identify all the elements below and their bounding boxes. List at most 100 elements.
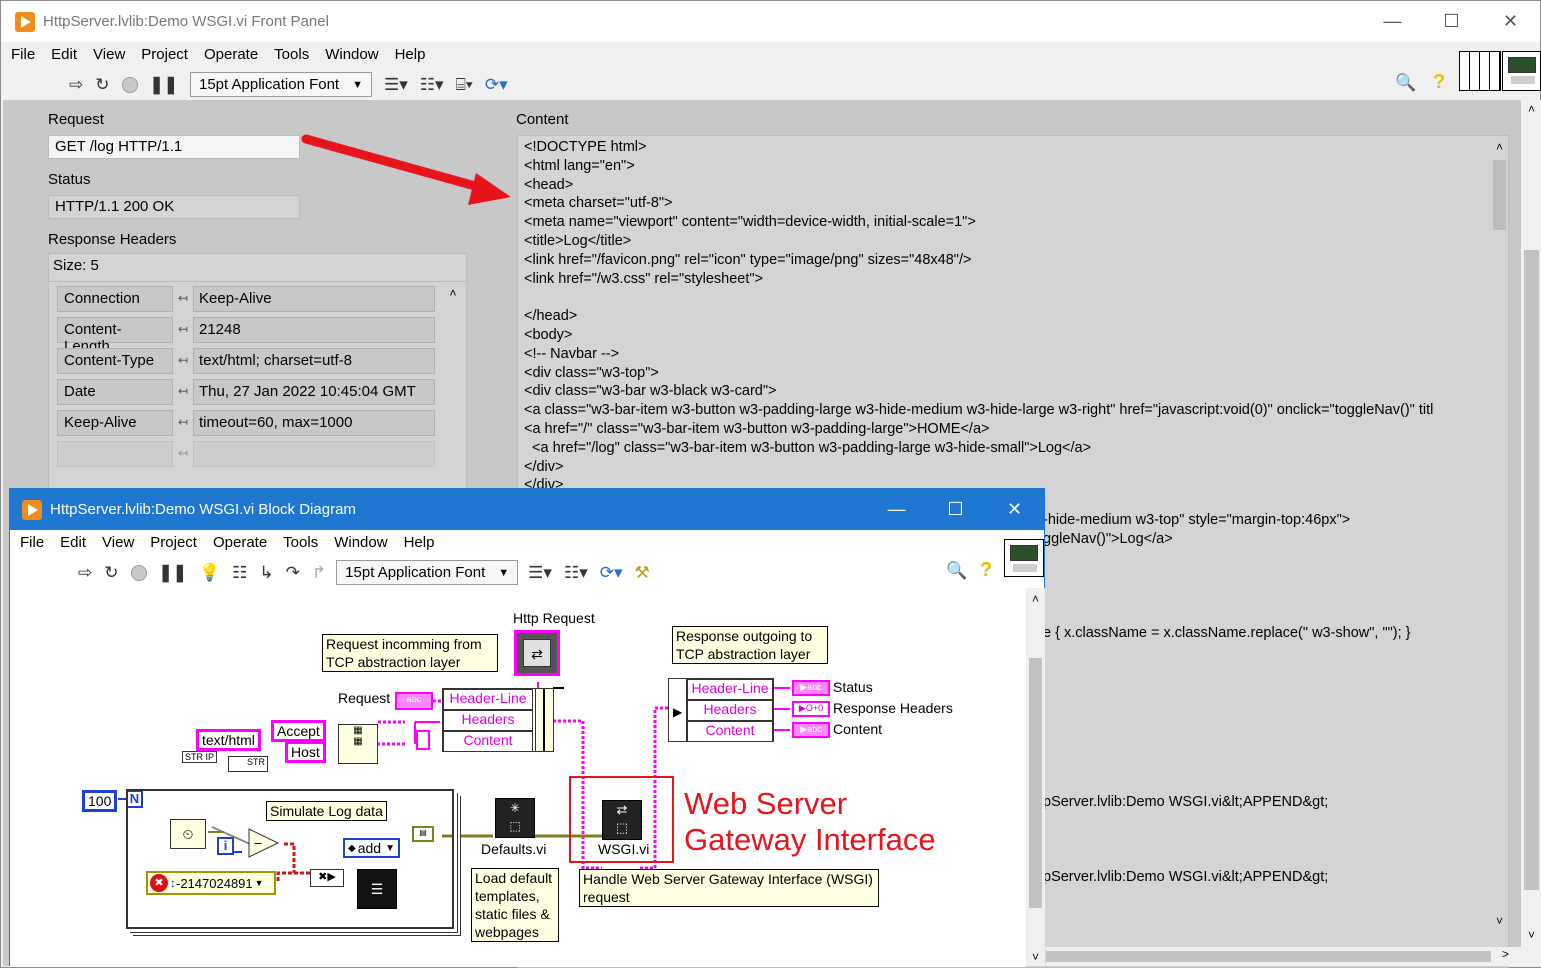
menu-file[interactable]: File (1, 46, 43, 63)
menu-window[interactable]: Window (326, 534, 395, 551)
close-button[interactable]: ✕ (1481, 1, 1540, 42)
help-icon[interactable]: ? (980, 559, 992, 582)
pause-icon[interactable]: ❚❚ (150, 75, 179, 95)
run-continuously-icon[interactable]: ↻ (104, 563, 118, 583)
close-button[interactable]: ✕ (985, 489, 1044, 530)
menu-project[interactable]: Project (133, 46, 196, 63)
minimize-button[interactable]: — (867, 489, 926, 530)
menu-operate[interactable]: Operate (196, 46, 266, 63)
menu-file[interactable]: File (10, 534, 52, 551)
menu-edit[interactable]: Edit (43, 46, 85, 63)
font-select[interactable]: 15pt Application Font ▼ (336, 560, 519, 585)
http-request-terminal[interactable]: ⇄ (514, 630, 560, 676)
scroll-thumb[interactable] (1524, 250, 1539, 890)
menu-help[interactable]: Help (396, 534, 443, 551)
minimize-button[interactable]: — (1363, 1, 1422, 42)
content-line: <a href="/log" class="w3-bar-item w3-but… (524, 439, 1092, 456)
step-into-icon[interactable]: ↳ (259, 563, 273, 583)
reorder-icon[interactable]: ⟳▾ (600, 563, 623, 583)
request-control[interactable]: GET /log HTTP/1.1 (48, 135, 300, 159)
scroll-thumb[interactable] (1029, 658, 1042, 908)
menu-edit[interactable]: Edit (52, 534, 94, 551)
bundle-by-name-node[interactable]: ▶ Header-Line Headers Content (668, 678, 774, 742)
retain-wire-values-icon[interactable]: ☷ (232, 563, 247, 583)
content-line: <link href="/w3.css" rel="stylesheet"> (524, 270, 764, 287)
align-objects-icon[interactable]: ☰▾ (384, 75, 408, 95)
front-panel-toolbar: ⇨ ↻ ❚❚ 15pt Application Font ▼ ☰▾ ☷▾ ⌸▾ ⟳… (63, 68, 514, 101)
maximize-button[interactable]: ☐ (926, 489, 985, 530)
vi-icon[interactable] (1004, 539, 1044, 577)
content-line: <div class="w3-top"> (524, 364, 659, 381)
maximize-button[interactable]: ☐ (1422, 1, 1481, 42)
scroll-up-icon[interactable]: ˄ (1521, 102, 1541, 116)
scroll-up-icon[interactable]: ˄ (1490, 140, 1508, 154)
headers-indicator-terminal[interactable]: ▶O+0 (792, 701, 830, 717)
tick-count-node[interactable]: ⏲ (170, 819, 206, 849)
content-indicator-terminal[interactable]: ▶abc (792, 722, 830, 738)
vi-icon[interactable] (1502, 51, 1541, 91)
scroll-thumb[interactable] (1046, 951, 1491, 962)
table-scroll-up-icon[interactable]: ˄ (445, 286, 461, 300)
run-continuously-icon[interactable]: ↻ (95, 75, 109, 95)
svg-text:−: − (254, 835, 262, 851)
scroll-right-icon[interactable]: ˃ (1502, 947, 1509, 961)
step-out-icon[interactable]: ↱ (312, 563, 326, 583)
ip-to-str-node[interactable]: STR (228, 756, 268, 772)
scroll-down-icon[interactable]: ˅ (1490, 914, 1508, 928)
connector-pane-icon[interactable] (1459, 51, 1501, 91)
unbundle-by-name-node[interactable]: Header-Line Headers Content (442, 688, 554, 752)
abort-icon[interactable] (130, 564, 147, 581)
distribute-objects-icon[interactable]: ☷▾ (420, 75, 444, 95)
log-subvi-node[interactable]: ☰ (357, 869, 397, 909)
status-indicator-terminal[interactable]: ▶abc (792, 680, 830, 696)
scroll-thumb[interactable] (1493, 160, 1506, 230)
content-scrollbar[interactable]: ˄ ˅ (1490, 136, 1508, 936)
search-icon[interactable]: 🔍 (946, 561, 967, 581)
loop-count-constant[interactable]: 100 (82, 790, 118, 812)
distribute-objects-icon[interactable]: ☷▾ (564, 563, 588, 583)
panel-horizontal-scrollbar[interactable]: ˃ (1046, 947, 1521, 966)
cluster-constant[interactable]: ▤ (412, 826, 434, 842)
menu-tools[interactable]: Tools (275, 534, 326, 551)
error-code-constant[interactable]: ✖ ↕ -2147024891 ▼ (146, 871, 276, 895)
menu-project[interactable]: Project (142, 534, 205, 551)
defaults-vi-label: Defaults.vi (481, 841, 547, 857)
align-objects-icon[interactable]: ☰▾ (528, 563, 552, 583)
reorder-icon[interactable]: ⟳▾ (485, 75, 508, 95)
help-icon[interactable]: ? (1433, 71, 1445, 94)
build-map-node[interactable]: ▦ ▦ (338, 724, 378, 764)
menu-help[interactable]: Help (387, 46, 434, 63)
host-constant[interactable]: Host (285, 741, 326, 763)
step-over-icon[interactable]: ↷ (286, 563, 300, 583)
pause-icon[interactable]: ❚❚ (159, 563, 188, 583)
run-arrow-icon[interactable]: ⇨ (78, 563, 92, 583)
add-enum-constant[interactable]: ◆ add ▼ (343, 838, 400, 858)
bundle-error-node[interactable]: ✖▶ (310, 869, 344, 887)
block-diagram-canvas[interactable]: Http Request ⇄ Request incomming from TC… (10, 588, 1026, 967)
font-select[interactable]: 15pt Application Font ▼ (190, 72, 372, 97)
highlight-execution-icon[interactable]: 💡 (199, 563, 220, 583)
wsgi-vi-node[interactable]: ⇄ ⬚ (602, 800, 642, 840)
clean-up-diagram-icon[interactable]: ⚒ (635, 563, 650, 583)
menu-view[interactable]: View (94, 534, 142, 551)
menu-window[interactable]: Window (317, 46, 386, 63)
abort-icon[interactable] (121, 76, 138, 93)
status-label: Status (48, 171, 91, 188)
run-arrow-icon[interactable]: ⇨ (69, 75, 83, 95)
search-icon[interactable]: 🔍 (1395, 73, 1416, 93)
scroll-up-icon[interactable]: ˄ (1026, 592, 1045, 606)
text-html-constant[interactable]: text/html (196, 729, 261, 751)
content-constant[interactable] (416, 730, 430, 750)
menu-operate[interactable]: Operate (205, 534, 275, 551)
resize-objects-icon[interactable]: ⌸▾ (456, 75, 473, 95)
request-string-terminal[interactable]: abc (395, 692, 433, 710)
accept-constant[interactable]: Accept (271, 720, 326, 742)
menu-view[interactable]: View (85, 46, 133, 63)
scroll-down-icon[interactable]: ˅ (1521, 928, 1541, 942)
menu-tools[interactable]: Tools (266, 46, 317, 63)
scroll-down-icon[interactable]: ˅ (1026, 950, 1045, 964)
panel-vertical-scrollbar[interactable]: ˄ ˅ (1521, 100, 1541, 967)
defaults-vi-node[interactable]: ✳ ⬚ (495, 798, 535, 838)
diagram-vertical-scrollbar[interactable]: ˄ ˅ (1026, 588, 1045, 966)
subtract-node[interactable]: − (248, 828, 280, 858)
